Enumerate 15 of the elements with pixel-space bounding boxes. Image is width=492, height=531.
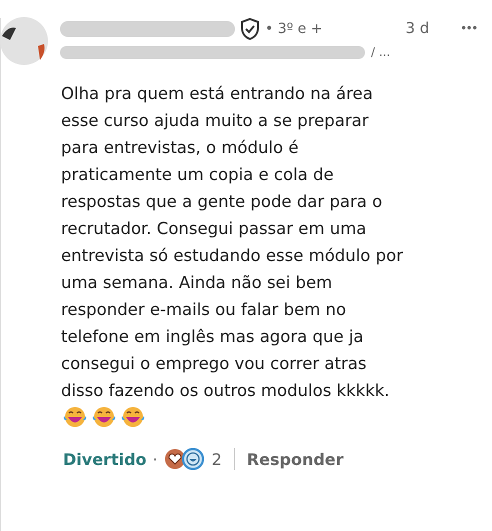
reply-button[interactable]: Responder — [246, 450, 344, 468]
separator-dot: · — [152, 450, 158, 468]
comment-text: Olha pra quem está entrando na área esse curso ajuda muito a se preparar para entrevistas, o módulo é praticamente um copia e cola de respostas que a gente pode dar para o recrutador. Consegui passar em uma entrevista só estudando esse módulo por uma semana. Ainda não sei bem responder e-mails ou falar bem no telefone em inglês mas agora que ja consegui o emprego vou correr atras disso fazendo os outros modulos kkkkk. — [61, 83, 404, 402]
reaction-icons-drawing — [164, 448, 206, 470]
timestamp: 3 d — [406, 19, 430, 37]
reaction-count: 2 — [212, 450, 222, 468]
avatar-icon[interactable] — [0, 16, 48, 66]
verified-shield-icon — [239, 17, 261, 41]
reaction-button[interactable]: Divertido — [63, 450, 147, 468]
more-button[interactable]: ••• — [455, 16, 484, 39]
laughing-emoji-icon — [121, 406, 145, 428]
connection-degree: • 3º e + — [265, 21, 322, 37]
laughing-emoji-icon — [63, 406, 87, 428]
headline-text: / ... — [371, 45, 390, 59]
laughing-emoji-icon — [92, 406, 116, 428]
